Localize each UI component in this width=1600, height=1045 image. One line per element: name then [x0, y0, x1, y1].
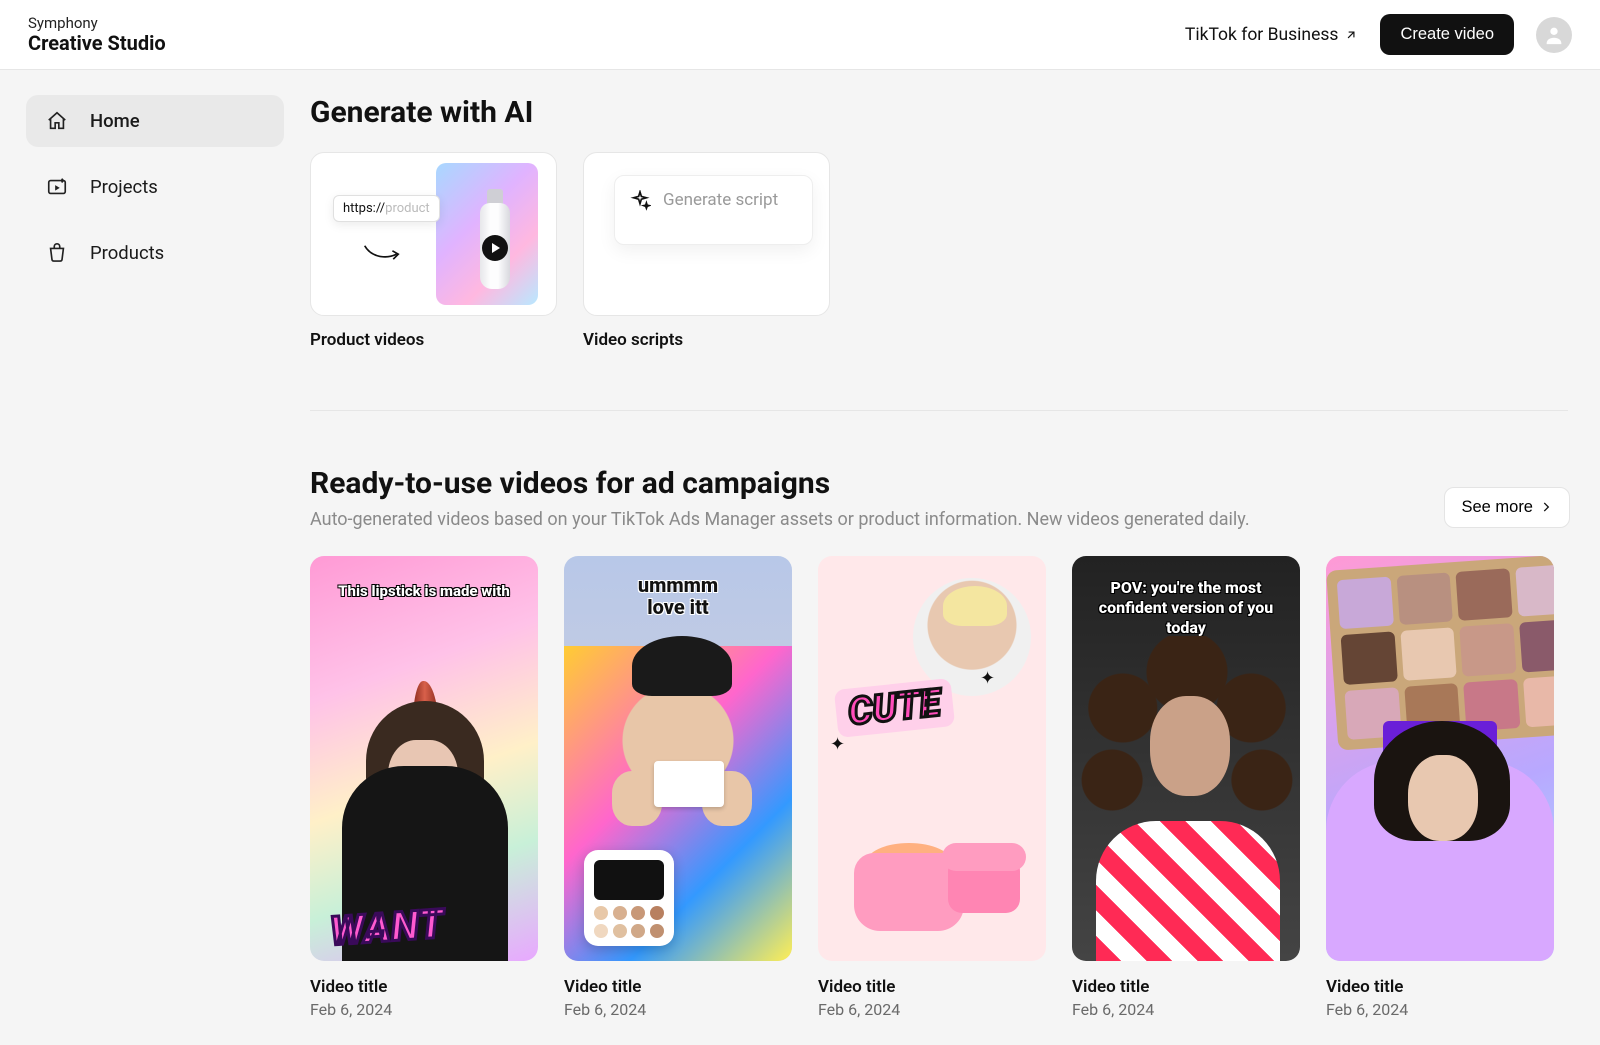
sparkle-icon [629, 190, 651, 212]
script-placeholder: Generate script [663, 190, 778, 210]
video-card[interactable]: ummmm love itt Video title Feb 6, 2024 [564, 556, 792, 1019]
sticker-text: WANT [329, 900, 446, 955]
person-hair [632, 636, 732, 696]
video-date: Feb 6, 2024 [1072, 1000, 1300, 1019]
script-sheet: Generate script [614, 175, 813, 245]
chevron-right-icon [1539, 500, 1553, 514]
tiktok-business-link-label: TikTok for Business [1185, 25, 1339, 45]
see-more-button[interactable]: See more [1444, 487, 1570, 528]
video-card[interactable]: ✦ CUTE ✦ Video title Feb 6, 2024 [818, 556, 1046, 1019]
thumbnail-caption: ummmm love itt [564, 574, 792, 618]
header-actions: TikTok for Business Create video [1185, 14, 1572, 55]
face-bubble [913, 578, 1031, 696]
jar-lid [942, 843, 1026, 915]
video-card[interactable]: you guys, this palette is it Video title… [1326, 556, 1554, 1019]
external-link-icon [1344, 28, 1358, 42]
url-path: product [385, 201, 430, 216]
sidebar: Home Projects Products [0, 70, 310, 1045]
url-chip: https://product [333, 195, 440, 222]
thumbnail-caption: This lipstick is made with [310, 582, 538, 600]
generate-cards: https://product Product videos Generate … [310, 152, 1570, 350]
video-thumbnail: ummmm love itt [564, 556, 792, 961]
generate-heading: Generate with AI [310, 95, 1570, 130]
video-thumbnail: POV: you're the most confident version o… [1072, 556, 1300, 961]
see-more-label: See more [1461, 498, 1533, 517]
ready-header: Ready-to-use videos for ad campaigns Aut… [310, 466, 1570, 530]
video-card[interactable]: This lipstick is made with WANT Video ti… [310, 556, 538, 1019]
tiktok-business-link[interactable]: TikTok for Business [1185, 25, 1359, 45]
person-face [1150, 696, 1230, 796]
video-date: Feb 6, 2024 [818, 1000, 1046, 1019]
play-icon [482, 235, 508, 261]
user-avatar[interactable] [1536, 17, 1572, 53]
sticker-text: CUTE [834, 678, 955, 738]
video-list: This lipstick is made with WANT Video ti… [310, 556, 1570, 1019]
sidebar-item-projects[interactable]: Projects [26, 161, 284, 213]
product-box [654, 761, 724, 807]
home-icon [46, 110, 68, 132]
video-date: Feb 6, 2024 [1326, 1000, 1554, 1019]
section-divider [310, 410, 1568, 411]
generate-card-product-videos[interactable]: https://product Product videos [310, 152, 557, 350]
main-content: Generate with AI https://product Product… [310, 70, 1600, 1045]
brand-line-1: Symphony [28, 15, 166, 32]
ready-heading: Ready-to-use videos for ad campaigns [310, 466, 1250, 501]
products-icon [46, 242, 68, 264]
video-date: Feb 6, 2024 [564, 1000, 792, 1019]
video-title: Video title [564, 977, 792, 997]
user-icon [1543, 24, 1565, 46]
generate-card-video-scripts[interactable]: Generate script Video scripts [583, 152, 830, 350]
brand-line-2: Creative Studio [28, 32, 166, 54]
video-title: Video title [310, 977, 538, 997]
curved-arrow-icon [363, 241, 405, 269]
video-title: Video title [818, 977, 1046, 997]
person-face [1408, 755, 1478, 841]
sidebar-item-label: Home [90, 110, 140, 132]
app-header: Symphony Creative Studio TikTok for Busi… [0, 0, 1600, 70]
video-thumbnail: you guys, this palette is it [1326, 556, 1554, 961]
person-outfit [1096, 821, 1280, 961]
sidebar-item-products[interactable]: Products [26, 227, 284, 279]
video-card[interactable]: POV: you're the most confident version o… [1072, 556, 1300, 1019]
video-thumbnail: This lipstick is made with WANT [310, 556, 538, 961]
ready-subheading: Auto-generated videos based on your TikT… [310, 509, 1250, 530]
video-thumbnail: ✦ CUTE ✦ [818, 556, 1046, 961]
brand-logo: Symphony Creative Studio [28, 15, 166, 54]
sidebar-item-home[interactable]: Home [26, 95, 284, 147]
video-title: Video title [1072, 977, 1300, 997]
generate-card-label: Product videos [310, 330, 557, 350]
sidebar-item-label: Products [90, 242, 164, 264]
thumbnail-caption: POV: you're the most confident version o… [1072, 578, 1300, 638]
create-video-button[interactable]: Create video [1380, 14, 1514, 55]
palette-product [584, 850, 674, 946]
generate-card-label: Video scripts [583, 330, 830, 350]
projects-icon [46, 176, 68, 198]
video-title: Video title [1326, 977, 1554, 997]
sparkle-icon: ✦ [980, 668, 995, 689]
url-protocol: https:// [343, 201, 385, 216]
sidebar-item-label: Projects [90, 176, 158, 198]
sparkle-icon: ✦ [830, 734, 845, 755]
video-date: Feb 6, 2024 [310, 1000, 538, 1019]
